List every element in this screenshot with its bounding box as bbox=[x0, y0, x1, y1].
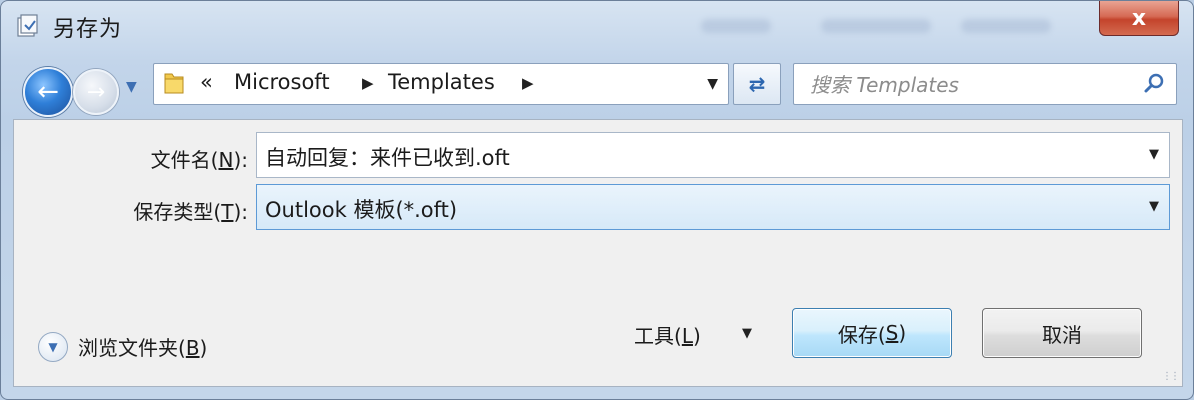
browse-folders-toggle[interactable]: ▼ bbox=[38, 332, 68, 362]
filename-label-suffix: ): bbox=[233, 148, 248, 172]
chevron-down-icon[interactable]: ▼ bbox=[1149, 199, 1159, 214]
background-blur bbox=[821, 19, 931, 33]
save-type-label-accesskey: T bbox=[221, 200, 234, 224]
background-blur bbox=[961, 19, 1051, 33]
background-blur bbox=[701, 19, 771, 33]
breadcrumb-templates[interactable]: Templates bbox=[388, 70, 495, 94]
tools-label-accesskey: L bbox=[681, 324, 693, 348]
save-label-accesskey: S bbox=[885, 321, 899, 345]
filename-label-accesskey: N bbox=[218, 148, 234, 172]
refresh-icon: ⇄ bbox=[748, 72, 766, 96]
save-as-dialog: 另存为 x ← → ▼ « Microsoft ▶ Templates ▶ ▼ … bbox=[0, 0, 1194, 400]
tools-menu-button[interactable]: 工具(L) bbox=[634, 320, 701, 349]
breadcrumb-arrow-icon[interactable]: ▶ bbox=[362, 74, 374, 92]
title-bar: 另存为 x bbox=[1, 1, 1193, 53]
browse-folders-link[interactable]: 浏览文件夹(B) bbox=[78, 332, 207, 361]
close-icon: x bbox=[1131, 5, 1147, 31]
address-bar[interactable]: « Microsoft ▶ Templates ▶ ▼ bbox=[153, 63, 729, 105]
search-box[interactable] bbox=[793, 63, 1177, 105]
dialog-panel: 文件名(N): 自动回复：来件已收到.oft ▼ 保存类型(T): Outloo… bbox=[13, 119, 1183, 387]
cancel-button[interactable]: 取消 bbox=[982, 308, 1142, 358]
forward-button[interactable]: → bbox=[73, 69, 119, 115]
browse-label-suffix: ) bbox=[199, 336, 208, 360]
save-type-label-suffix: ): bbox=[233, 200, 248, 224]
recent-pages-dropdown[interactable]: ▼ bbox=[126, 79, 140, 99]
chevron-down-icon[interactable]: ▼ bbox=[742, 326, 752, 341]
save-type-label-text: 保存类型( bbox=[133, 200, 222, 224]
save-type-select[interactable]: Outlook 模板(*.oft) ▼ bbox=[256, 184, 1170, 230]
folder-icon bbox=[164, 73, 184, 94]
filename-combobox[interactable]: 自动回复：来件已收到.oft ▼ bbox=[256, 132, 1170, 178]
save-label-suffix: ) bbox=[898, 321, 907, 345]
tools-label-text: 工具( bbox=[634, 324, 682, 348]
save-type-value[interactable]: Outlook 模板(*.oft) bbox=[265, 194, 457, 224]
breadcrumb-overflow[interactable]: « bbox=[200, 70, 213, 94]
tools-label-suffix: ) bbox=[692, 324, 701, 348]
window-title: 另存为 bbox=[53, 17, 123, 42]
save-document-icon bbox=[17, 14, 38, 37]
refresh-button[interactable]: ⇄ bbox=[733, 63, 781, 105]
chevron-down-icon[interactable]: ▼ bbox=[707, 76, 718, 92]
back-button[interactable]: ← bbox=[23, 67, 73, 117]
browse-label-accesskey: B bbox=[185, 336, 200, 360]
save-button[interactable]: 保存(S) bbox=[792, 308, 952, 358]
chevron-down-icon: ▼ bbox=[126, 79, 137, 95]
chevron-down-icon[interactable]: ▼ bbox=[1149, 147, 1159, 162]
arrow-right-icon: → bbox=[86, 79, 106, 105]
save-type-label: 保存类型(T): bbox=[74, 196, 248, 225]
chevron-down-icon: ▼ bbox=[48, 340, 58, 354]
search-icon[interactable] bbox=[1142, 72, 1166, 96]
filename-label: 文件名(N): bbox=[74, 144, 248, 173]
arrow-left-icon: ← bbox=[37, 77, 59, 107]
breadcrumb-arrow-icon[interactable]: ▶ bbox=[522, 74, 534, 92]
filename-value[interactable]: 自动回复：来件已收到.oft bbox=[265, 142, 510, 172]
browse-label-text: 浏览文件夹( bbox=[78, 336, 186, 360]
filename-label-text: 文件名( bbox=[150, 148, 219, 172]
resize-grip-icon[interactable]: ⋮⋮ bbox=[1162, 371, 1180, 382]
breadcrumb-microsoft[interactable]: Microsoft bbox=[234, 70, 330, 94]
save-label-text: 保存( bbox=[837, 322, 886, 347]
close-button[interactable]: x bbox=[1099, 1, 1179, 36]
search-input[interactable] bbox=[808, 70, 1132, 100]
